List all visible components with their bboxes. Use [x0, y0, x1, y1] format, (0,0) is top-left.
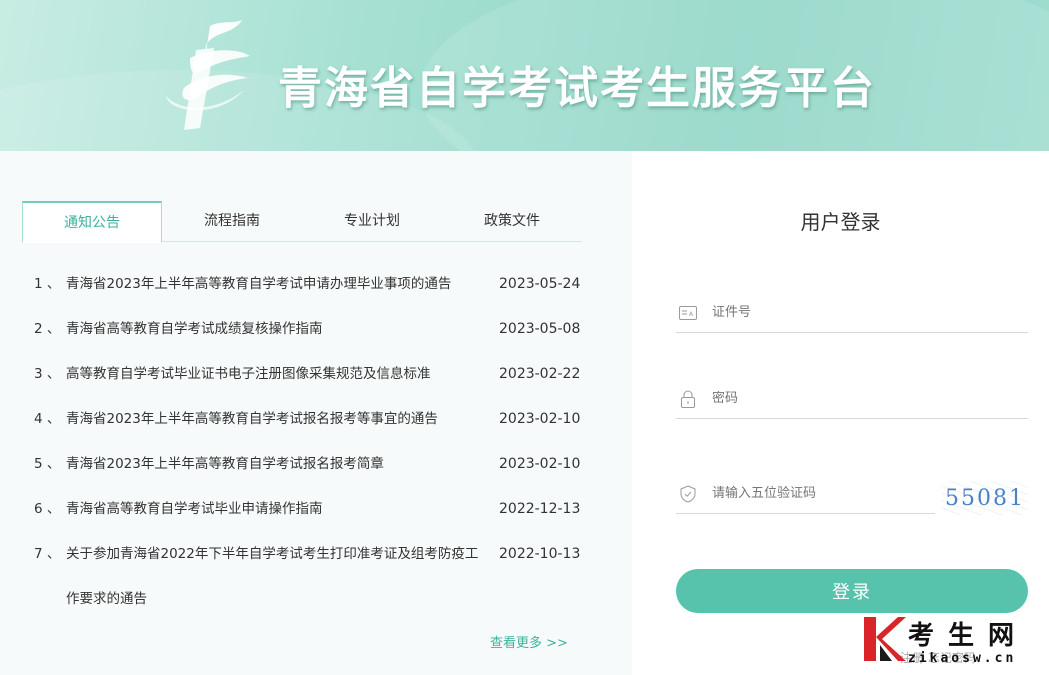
list-item[interactable]: 2 、 青海省高等教育自学考试成绩复核操作指南 2023-05-08	[34, 307, 581, 352]
header-banner: 青海省自学考试考生服务平台	[0, 0, 1049, 151]
watermark-text: 考生网	[908, 621, 1029, 651]
list-item-index: 2 、	[34, 321, 61, 337]
captcha-field	[676, 474, 935, 514]
login-title: 用户登录	[800, 210, 881, 234]
list-item-title[interactable]: 青海省2023年上半年高等教育自学考试报名报考简章	[66, 442, 499, 487]
list-item-index: 3 、	[34, 366, 61, 382]
login-panel: 用户登录 A 55081 登录 注册 忘记密码	[632, 151, 1049, 675]
tab-policy-docs[interactable]: 政策文件	[442, 201, 582, 242]
list-item-index: 5 、	[34, 456, 61, 472]
list-item[interactable]: 5 、 青海省2023年上半年高等教育自学考试报名报考简章 2023-02-10	[34, 442, 581, 487]
view-more-link[interactable]: 查看更多 >>	[490, 632, 568, 651]
captcha-image[interactable]: 55081	[942, 481, 1028, 515]
list-item-title[interactable]: 关于参加青海省2022年下半年自学考试考生打印准考证及组考防疫工作要求的通告	[66, 532, 499, 622]
notice-tabs: 通知公告 流程指南 专业计划 政策文件	[22, 201, 582, 243]
tab-major-plan[interactable]: 专业计划	[302, 201, 442, 242]
list-item[interactable]: 7 、 关于参加青海省2022年下半年自学考试考生打印准考证及组考防疫工作要求的…	[34, 532, 581, 622]
list-item-date: 2023-02-22	[499, 366, 581, 382]
list-item-index: 7 、	[34, 546, 61, 562]
site-logo-icon	[166, 20, 250, 130]
notice-list: 1 、 青海省2023年上半年高等教育自学考试申请办理毕业事项的通告 2023-…	[34, 262, 581, 622]
watermark-logo-icon	[864, 617, 906, 661]
list-item-title[interactable]: 青海省2023年上半年高等教育自学考试申请办理毕业事项的通告	[66, 262, 499, 307]
list-item-index: 6 、	[34, 501, 61, 517]
list-item[interactable]: 4 、 青海省2023年上半年高等教育自学考试报名报考等事宜的通告 2023-0…	[34, 397, 581, 442]
captcha-input[interactable]	[712, 486, 912, 501]
notice-panel: 通知公告 流程指南 专业计划 政策文件 1 、 青海省2023年上半年高等教育自…	[0, 151, 632, 675]
list-item[interactable]: 3 、 高等教育自学考试毕业证书电子注册图像采集规范及信息标准 2023-02-…	[34, 352, 581, 397]
list-item-date: 2023-05-24	[499, 276, 581, 292]
login-button[interactable]: 登录	[676, 569, 1028, 613]
list-item[interactable]: 1 、 青海省2023年上半年高等教育自学考试申请办理毕业事项的通告 2023-…	[34, 262, 581, 307]
list-item-date: 2023-05-08	[499, 321, 581, 337]
watermark: 考生网 zikaosw.cn	[862, 613, 1048, 675]
tab-process-guide[interactable]: 流程指南	[162, 201, 302, 242]
id-number-field: A	[676, 293, 1028, 333]
list-item-title[interactable]: 青海省2023年上半年高等教育自学考试报名报考等事宜的通告	[66, 397, 499, 442]
password-input[interactable]	[712, 391, 992, 406]
list-item-title[interactable]: 青海省高等教育自学考试毕业申请操作指南	[66, 487, 499, 532]
svg-text:A: A	[689, 311, 694, 318]
list-item-index: 4 、	[34, 411, 61, 427]
tab-notices[interactable]: 通知公告	[22, 201, 162, 243]
list-item-date: 2022-12-13	[499, 501, 581, 517]
watermark-url: zikaosw.cn	[908, 651, 1017, 666]
list-item-index: 1 、	[34, 276, 61, 292]
site-title: 青海省自学考试考生服务平台	[278, 63, 876, 114]
list-item-date: 2023-02-10	[499, 411, 581, 427]
id-number-input[interactable]	[712, 305, 992, 320]
password-field	[676, 379, 1028, 419]
list-item-date: 2023-02-10	[499, 456, 581, 472]
id-card-icon: A	[678, 303, 698, 323]
shield-check-icon	[678, 484, 698, 504]
list-item-date: 2022-10-13	[499, 546, 581, 562]
list-item-title[interactable]: 青海省高等教育自学考试成绩复核操作指南	[66, 307, 499, 352]
list-item-title[interactable]: 高等教育自学考试毕业证书电子注册图像采集规范及信息标准	[66, 352, 499, 397]
lock-icon	[678, 389, 698, 409]
list-item[interactable]: 6 、 青海省高等教育自学考试毕业申请操作指南 2022-12-13	[34, 487, 581, 532]
